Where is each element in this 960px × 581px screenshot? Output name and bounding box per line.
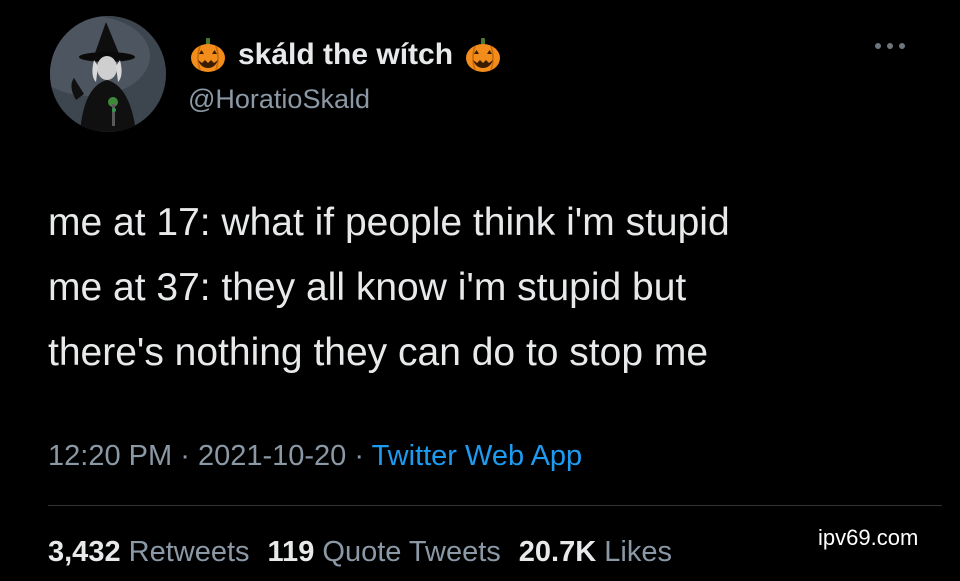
tweet-text-line: there's nothing they can do to stop me bbox=[48, 331, 709, 374]
retweets-count: 3,432 bbox=[48, 536, 121, 568]
jack-o-lantern-icon bbox=[463, 35, 503, 75]
tweet-text-line: me at 17: what if people think i'm stupi… bbox=[48, 201, 730, 244]
meta-separator: · bbox=[354, 440, 365, 472]
retweets-label: Retweets bbox=[128, 536, 250, 568]
likes-label: Likes bbox=[604, 536, 672, 568]
likes-stat[interactable]: 20.7K Likes bbox=[519, 536, 672, 568]
more-dots-icon bbox=[875, 43, 905, 49]
watermark: ipv69.com bbox=[818, 525, 919, 550]
tweet-date[interactable]: 2021-10-20 bbox=[198, 440, 346, 472]
user-handle[interactable]: @HoratioSkald bbox=[188, 82, 503, 116]
divider bbox=[48, 505, 942, 506]
tweet-text: me at 17: what if people think i'm stupi… bbox=[48, 190, 928, 385]
likes-count: 20.7K bbox=[518, 536, 597, 568]
tweet-stats: 3,432 Retweets 119 Quote Tweets 20.7K Like… bbox=[48, 530, 690, 574]
more-options-button[interactable] bbox=[870, 34, 910, 58]
retweets-stat[interactable]: 3,432 Retweets bbox=[48, 536, 250, 568]
jack-o-lantern-icon bbox=[188, 35, 228, 75]
quote-tweets-stat[interactable]: 119 Quote Tweets bbox=[268, 536, 501, 568]
tweet-text-line: me at 37: they all know i'm stupid but bbox=[48, 266, 687, 309]
tweet-source-link[interactable]: Twitter Web App bbox=[372, 440, 583, 472]
witch-avatar-illustration bbox=[50, 16, 166, 132]
meta-separator: · bbox=[180, 440, 190, 472]
quote-tweets-count: 119 bbox=[267, 536, 315, 568]
avatar[interactable] bbox=[50, 16, 166, 132]
tweet-meta: 12:20 PM · 2021-10-20 · Twitter Web App bbox=[48, 436, 582, 476]
display-name[interactable]: skáld the wítch bbox=[238, 30, 453, 80]
name-row: skáld the wítch bbox=[188, 30, 503, 80]
quote-tweets-label: Quote Tweets bbox=[322, 536, 501, 568]
tweet-card: skáld the wítch @HoratioSkald me at 17: … bbox=[0, 0, 960, 581]
tweet-header: skáld the wítch @HoratioSkald bbox=[188, 30, 503, 116]
tweet-time[interactable]: 12:20 PM bbox=[48, 440, 172, 472]
